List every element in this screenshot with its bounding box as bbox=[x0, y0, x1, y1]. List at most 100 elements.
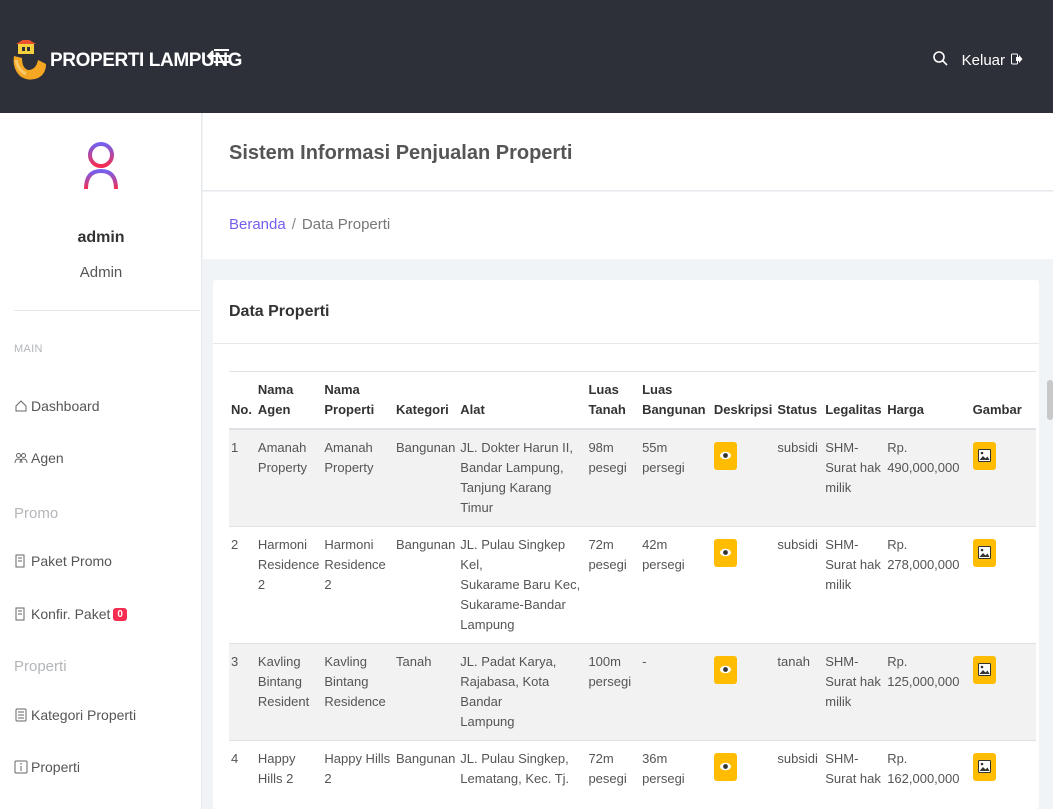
cell-luas-tanah: 72m pesegi bbox=[586, 526, 641, 644]
cell-status: subsidi bbox=[775, 740, 824, 797]
col-header-legalitas[interactable]: Legalitas bbox=[823, 371, 886, 430]
cell-no: 4 bbox=[229, 740, 256, 797]
logout-button[interactable]: Keluar bbox=[962, 52, 1023, 69]
breadcrumb-home-link[interactable]: Beranda bbox=[229, 216, 286, 233]
card-divider bbox=[213, 343, 1039, 344]
cell-luas-tanah: 100m persegi bbox=[586, 643, 641, 741]
list-icon bbox=[14, 708, 28, 722]
view-image-button[interactable] bbox=[972, 442, 996, 470]
cell-nama-agen: Amanah Property bbox=[255, 428, 323, 527]
cell-harga: Rp. 125,000,000 bbox=[885, 643, 971, 741]
view-image-button[interactable] bbox=[972, 656, 996, 684]
sidebar-section-main: MAIN bbox=[14, 343, 43, 355]
sidebar-item-kategori-properti[interactable]: Kategori Properti bbox=[14, 707, 136, 723]
table-row: 4 Happy Hills 2 Happy Hills 2 Bangunan JL. Pul… bbox=[229, 740, 1036, 797]
table-row: 1 Amanah Property Amanah Property Bangunan JL.… bbox=[229, 428, 1036, 527]
user-role: Admin bbox=[79, 264, 123, 281]
page-header: Sistem Informasi Penjualan Properti bbox=[203, 113, 1053, 191]
cell-deskripsi bbox=[711, 428, 776, 527]
breadcrumb: Beranda / Data Properti bbox=[229, 216, 390, 233]
table-header-row: No. Nama Agen Nama Properti Kategori Alat … bbox=[229, 371, 1036, 430]
top-navbar: PROPERTI LAMPUNG Keluar bbox=[0, 0, 1053, 113]
sidebar-divider bbox=[14, 310, 200, 311]
properti-table: No. Nama Agen Nama Properti Kategori Alat … bbox=[229, 371, 1036, 797]
document-icon bbox=[14, 554, 28, 568]
col-header-nama-properti[interactable]: Nama Properti bbox=[322, 371, 395, 430]
cell-nama-agen: Happy Hills 2 bbox=[255, 740, 323, 797]
cell-kategori: Tanah bbox=[394, 643, 459, 741]
cell-luas-bangunan: 42m persegi bbox=[640, 526, 712, 644]
sidebar-item-label: Agen bbox=[31, 450, 64, 466]
menu-toggle-arrow-icon[interactable] bbox=[206, 48, 230, 69]
user-avatar-icon bbox=[83, 141, 119, 202]
home-icon bbox=[14, 399, 28, 413]
col-header-luas-tanah[interactable]: Luas Tanah bbox=[586, 371, 641, 430]
col-header-kategori[interactable]: Kategori bbox=[394, 371, 459, 430]
cell-harga: Rp. 490,000,000 bbox=[885, 428, 971, 527]
cell-luas-bangunan: 55m persegi bbox=[640, 428, 712, 527]
col-header-status[interactable]: Status bbox=[775, 371, 824, 430]
cell-no: 1 bbox=[229, 428, 256, 527]
view-description-button[interactable] bbox=[713, 442, 737, 470]
sidebar-item-paket-promo[interactable]: Paket Promo bbox=[14, 553, 112, 569]
view-image-button[interactable] bbox=[972, 753, 996, 781]
sidebar-section-promo: Promo bbox=[14, 505, 59, 522]
logout-label: Keluar bbox=[961, 51, 1005, 69]
col-header-alat[interactable]: Alat bbox=[458, 371, 587, 430]
card-title: Data Properti bbox=[229, 303, 330, 320]
view-description-button[interactable] bbox=[713, 753, 737, 781]
cell-nama-properti: Harmoni Residence 2 bbox=[322, 526, 395, 644]
cell-luas-bangunan: - bbox=[640, 643, 712, 741]
table-row: 3 Kavling Bintang Resident Kavling Bintang Res… bbox=[229, 643, 1036, 741]
sidebar-item-properti[interactable]: Properti bbox=[14, 759, 80, 775]
sidebar: admin Admin MAIN Dashboard Agen Promo Pa… bbox=[0, 113, 202, 809]
cell-alat: JL. Padat Karya, Rajabasa, Kota Bandar Lam… bbox=[458, 643, 587, 741]
breadcrumb-current: Data Properti bbox=[301, 216, 391, 233]
sidebar-item-label: Paket Promo bbox=[31, 553, 112, 569]
col-header-nama-agen[interactable]: Nama Agen bbox=[255, 371, 323, 430]
cell-luas-bangunan: 36m persegi bbox=[640, 740, 712, 797]
sign-out-icon bbox=[1011, 52, 1023, 69]
cell-status: subsidi bbox=[775, 428, 824, 527]
col-header-harga[interactable]: Harga bbox=[885, 371, 971, 430]
cell-nama-properti: Kavling Bintang Residence bbox=[322, 643, 395, 741]
cell-no: 2 bbox=[229, 526, 256, 644]
sidebar-item-label: Konfir. Paket bbox=[31, 606, 111, 622]
cell-deskripsi bbox=[711, 526, 776, 644]
page-title: Sistem Informasi Penjualan Properti bbox=[229, 142, 573, 164]
cell-legalitas: SHM- Surat hak milik bbox=[823, 643, 886, 741]
cell-alat: JL. Pulau Singkep Kel, Sukarame Baru Kec,… bbox=[458, 526, 587, 644]
sidebar-item-label: Properti bbox=[31, 759, 81, 775]
cell-nama-agen: Harmoni Residence 2 bbox=[255, 526, 323, 644]
view-description-button[interactable] bbox=[713, 656, 737, 684]
cell-deskripsi bbox=[711, 740, 776, 797]
sidebar-item-label: Kategori Properti bbox=[31, 707, 137, 723]
cell-alat: JL. Dokter Harun II, Bandar Lampung, Tanju… bbox=[458, 428, 587, 527]
col-header-no[interactable]: No. bbox=[229, 371, 256, 430]
table-row: 2 Harmoni Residence 2 Harmoni Residence 2 Bangu… bbox=[229, 526, 1036, 644]
cell-alat: JL. Pulau Singkep, Lematang, Kec. Tj. bbox=[458, 740, 587, 797]
page-scrollbar[interactable] bbox=[1047, 380, 1053, 420]
sidebar-item-konfir-paket[interactable]: Konfir. Paket 0 bbox=[14, 606, 127, 622]
view-image-button[interactable] bbox=[972, 539, 996, 567]
notification-badge: 0 bbox=[113, 607, 127, 621]
sidebar-item-agen[interactable]: Agen bbox=[14, 450, 64, 466]
sidebar-item-label: Dashboard bbox=[31, 398, 100, 414]
col-header-gambar[interactable]: Gambar bbox=[970, 371, 1036, 430]
document-icon bbox=[14, 607, 28, 621]
cell-gambar bbox=[970, 526, 1036, 644]
sidebar-item-dashboard[interactable]: Dashboard bbox=[14, 398, 100, 414]
view-description-button[interactable] bbox=[713, 539, 737, 567]
cell-legalitas: SHM- Surat hak milik bbox=[823, 428, 886, 527]
search-icon[interactable] bbox=[932, 50, 948, 70]
data-properti-card: Data Properti No. Nama Agen Nama Properti … bbox=[213, 280, 1039, 809]
sidebar-section-properti: Properti bbox=[14, 658, 67, 675]
user-name: admin bbox=[77, 229, 125, 246]
cell-nama-properti: Happy Hills 2 bbox=[322, 740, 395, 797]
col-header-deskripsi[interactable]: Deskripsi bbox=[711, 371, 776, 430]
cell-no: 3 bbox=[229, 643, 256, 741]
cell-harga: Rp. 278,000,000 bbox=[885, 526, 971, 644]
col-header-luas-bangunan[interactable]: Luas Bangunan bbox=[640, 371, 712, 430]
cell-kategori: Bangunan bbox=[394, 526, 459, 644]
cell-luas-tanah: 98m pesegi bbox=[586, 428, 641, 527]
